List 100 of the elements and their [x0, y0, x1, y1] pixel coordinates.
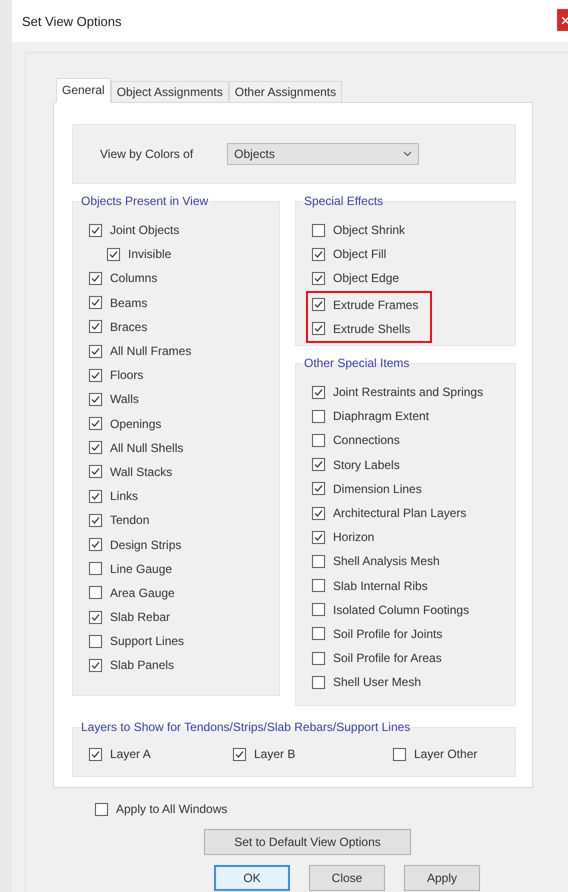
checkbox-label: Soil Profile for Areas: [333, 651, 442, 666]
checkbox[interactable]: [312, 603, 325, 616]
checkbox-label: All Null Shells: [110, 440, 184, 455]
check-icon: [91, 322, 100, 332]
check-icon: [91, 750, 100, 759]
checkbox[interactable]: [89, 368, 102, 382]
checkbox[interactable]: [89, 538, 102, 552]
check-icon: [91, 226, 100, 235]
checkbox[interactable]: [89, 320, 102, 334]
check-icon: [235, 750, 244, 759]
check-icon: [314, 250, 323, 259]
check-icon: [91, 612, 100, 622]
checkbox-label: Design Strips: [110, 538, 182, 552]
checkbox-label: Slab Rebar: [110, 610, 170, 624]
dropdown[interactable]: Objects: [227, 143, 420, 165]
checkbox[interactable]: [89, 634, 102, 648]
checkbox[interactable]: [89, 296, 102, 310]
dialog-button[interactable]: Close: [309, 865, 385, 892]
check-icon: [109, 250, 118, 259]
checkbox[interactable]: [312, 458, 325, 472]
check-icon: [91, 298, 100, 308]
checkbox[interactable]: [89, 748, 102, 761]
checkbox[interactable]: [312, 676, 325, 689]
checkbox[interactable]: [89, 441, 102, 454]
checkbox-label: Diaphragm Extent: [333, 409, 430, 424]
field-label: View by Colors of: [100, 147, 194, 161]
checkbox[interactable]: [312, 434, 325, 447]
checkbox[interactable]: [89, 610, 102, 624]
checkbox-label: Layer Other: [414, 747, 478, 762]
checkbox[interactable]: [312, 224, 325, 237]
checkbox[interactable]: [312, 554, 325, 568]
checkbox[interactable]: [312, 322, 325, 336]
checkbox-label: Tendon: [110, 513, 150, 528]
check-icon: [314, 324, 323, 334]
check-icon: [91, 660, 100, 670]
checkbox[interactable]: [89, 586, 102, 600]
check-icon: [91, 346, 100, 356]
check-icon: [314, 300, 323, 310]
checkbox[interactable]: [89, 344, 102, 358]
checkbox[interactable]: [89, 392, 102, 406]
checkbox-label: Area Gauge: [110, 586, 175, 600]
checkbox-label: Isolated Column Footings: [333, 602, 470, 617]
group-title: Special Effects: [303, 194, 384, 208]
checkbox[interactable]: [89, 272, 102, 285]
check-icon: [91, 467, 100, 476]
checkbox-label: Layer A: [110, 747, 151, 762]
check-icon: [314, 532, 323, 542]
checkbox[interactable]: [233, 748, 246, 761]
checkbox-label: Extrude Frames: [333, 298, 418, 312]
tab[interactable]: Object Assignments: [110, 81, 229, 102]
check-icon: [91, 540, 100, 550]
tab[interactable]: Other Assignments: [228, 81, 342, 102]
default-button[interactable]: Set to Default View Options: [204, 829, 411, 856]
check-icon: [91, 370, 100, 380]
checkbox[interactable]: [312, 482, 325, 496]
checkbox[interactable]: [89, 658, 102, 672]
checkbox[interactable]: [89, 562, 102, 576]
check-icon: [314, 508, 323, 518]
dialog-button[interactable]: Apply: [404, 865, 480, 892]
checkbox-label: Shell User Mesh: [333, 675, 422, 690]
check-icon: [314, 484, 323, 494]
check-icon: [91, 492, 100, 501]
checkbox[interactable]: [89, 465, 102, 478]
check-icon: [91, 443, 100, 452]
checkbox[interactable]: [312, 627, 325, 640]
checkbox[interactable]: [312, 386, 325, 399]
checkbox-label: Wall Stacks: [110, 464, 172, 479]
checkbox[interactable]: [89, 514, 102, 527]
checkbox[interactable]: [312, 506, 325, 520]
check-icon: [91, 394, 100, 404]
checkbox-label: Line Gauge: [110, 562, 172, 576]
check-icon: [314, 388, 323, 397]
checkbox-label: Floors: [110, 368, 144, 382]
checkbox-label: Invisible: [128, 247, 172, 262]
checkbox-label: Architectural Plan Layers: [333, 506, 466, 520]
checkbox[interactable]: [312, 579, 325, 592]
checkbox[interactable]: [312, 248, 325, 261]
checkbox[interactable]: [95, 802, 108, 816]
checkbox-label: Joint Objects: [110, 223, 180, 238]
checkbox-label: Links: [110, 489, 138, 504]
checkbox-label: Horizon: [333, 530, 374, 544]
checkbox-label: Beams: [110, 296, 148, 310]
checkbox-label: Openings: [110, 416, 162, 431]
checkbox-label: Walls: [110, 392, 139, 406]
checkbox[interactable]: [107, 248, 120, 261]
checkbox[interactable]: [89, 224, 102, 237]
checkbox[interactable]: [393, 748, 406, 761]
check-icon: [314, 274, 323, 283]
checkbox[interactable]: [312, 298, 325, 312]
checkbox[interactable]: [312, 410, 325, 423]
checkbox-label: Columns: [110, 271, 158, 286]
dialog-button[interactable]: OK: [214, 865, 290, 892]
checkbox[interactable]: [312, 530, 325, 544]
checkbox-label: All Null Frames: [110, 344, 192, 358]
checkbox[interactable]: [312, 652, 325, 665]
checkbox-label: Story Labels: [333, 458, 400, 472]
tab[interactable]: General: [56, 78, 111, 103]
checkbox[interactable]: [89, 490, 102, 503]
checkbox[interactable]: [89, 417, 102, 430]
checkbox[interactable]: [312, 272, 325, 285]
